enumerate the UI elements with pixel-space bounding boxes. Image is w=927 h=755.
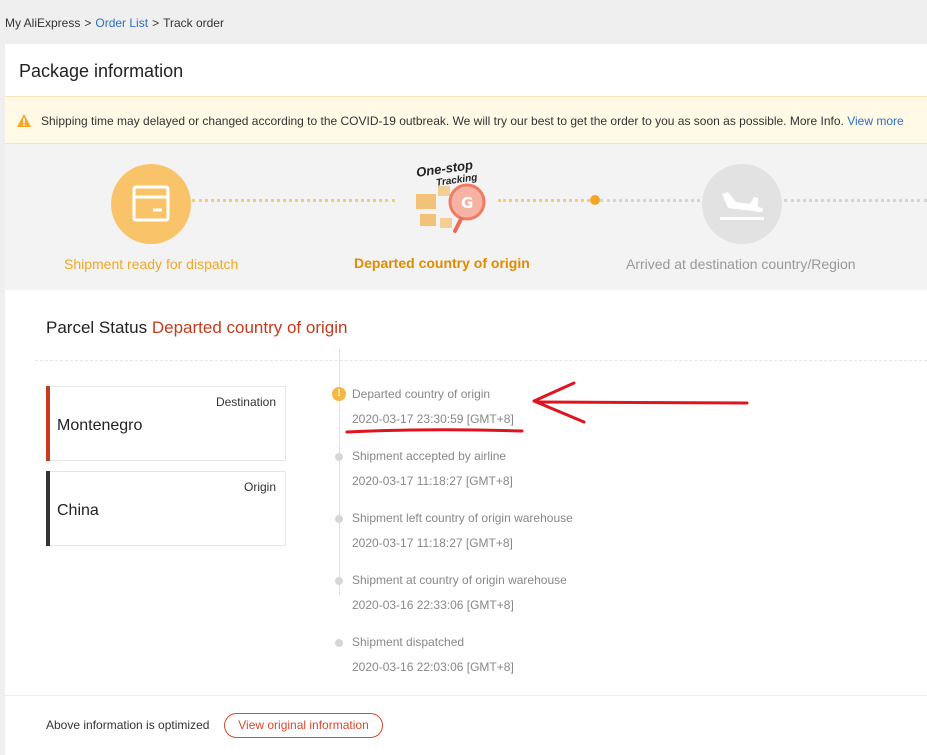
step-label-ready: Shipment ready for dispatch — [64, 256, 239, 272]
timeline-dot — [335, 515, 343, 523]
breadcrumb-current: Track order — [163, 16, 224, 30]
airplane-landing-icon — [720, 192, 764, 220]
timeline-event: Shipment accepted by airline — [352, 449, 507, 463]
notice-text: Shipping time may delayed or changed acc… — [41, 114, 844, 128]
svg-text:G: G — [461, 194, 473, 212]
package-box-icon — [132, 185, 170, 222]
divider — [35, 360, 927, 361]
origin-bar — [46, 471, 50, 546]
view-original-information-button[interactable]: View original information — [224, 713, 383, 738]
parcel-status-value: Departed country of origin — [151, 318, 348, 337]
timeline-dot — [335, 453, 343, 461]
tracking-steps: Shipment ready for dispatch One-stop Tra… — [5, 144, 927, 290]
page-title: Package information — [19, 61, 184, 81]
progress-line-done — [192, 199, 395, 202]
origin-card: Origin China — [46, 471, 286, 546]
timeline-event: Shipment left country of origin warehous… — [352, 511, 573, 525]
origin-label: Origin — [243, 480, 276, 494]
breadcrumb-order-list-link[interactable]: Order List — [95, 16, 148, 30]
destination-country: Montenegro — [57, 417, 143, 434]
timeline-time: 2020-03-16 22:03:06 [GMT+8] — [352, 660, 514, 674]
step-arrived-circle — [702, 164, 782, 244]
timeline-event: Departed country of origin — [352, 387, 491, 401]
timeline-time: 2020-03-16 22:33:06 [GMT+8] — [352, 598, 514, 612]
progress-line-pending — [784, 199, 927, 202]
destination-card: Destination Montenegro — [46, 386, 286, 461]
timeline-time: 2020-03-17 11:18:27 [GMT+8] — [352, 474, 513, 488]
parcel-status-label: Parcel Status — [46, 318, 148, 337]
timeline-dot — [335, 577, 343, 585]
destination-bar — [46, 386, 50, 461]
parcel-status: Parcel Status Departed country of origin — [46, 318, 347, 338]
progress-line-current — [498, 199, 590, 202]
breadcrumb-my-aliexpress[interactable]: My AliExpress — [5, 16, 80, 30]
timeline-line — [339, 349, 340, 595]
view-more-link[interactable]: View more — [847, 114, 903, 128]
covid-notice-banner: Shipping time may delayed or changed acc… — [5, 96, 927, 144]
one-stop-tracking-logo: One-stop Tracking G — [410, 156, 500, 240]
step-label-departed: Departed country of origin — [354, 255, 530, 271]
timeline-time: 2020-03-17 23:30:59 [GMT+8] — [352, 412, 514, 426]
timeline-dot — [335, 639, 343, 647]
origin-country: China — [57, 502, 99, 519]
destination-label: Destination — [215, 395, 276, 409]
progress-line-pending — [600, 199, 700, 202]
timeline-time: 2020-03-17 11:18:27 [GMT+8] — [352, 536, 513, 550]
warning-triangle-icon — [17, 114, 31, 127]
boxes-magnifier-icon: G — [416, 183, 486, 233]
footer-note: Above information is optimized — [46, 718, 210, 732]
timeline-event: Shipment dispatched — [352, 635, 465, 649]
progress-marker — [590, 195, 600, 205]
timeline-current-icon: ! — [332, 387, 346, 401]
timeline-event: Shipment at country of origin warehouse — [352, 573, 567, 587]
footer-divider — [5, 695, 927, 696]
breadcrumb-separator: > — [152, 16, 160, 30]
breadcrumb-separator: > — [84, 16, 92, 30]
step-ready-for-dispatch-circle — [111, 164, 191, 244]
breadcrumb: My AliExpress > Order List > Track order — [5, 16, 224, 30]
step-label-arrived: Arrived at destination country/Region — [626, 256, 856, 272]
